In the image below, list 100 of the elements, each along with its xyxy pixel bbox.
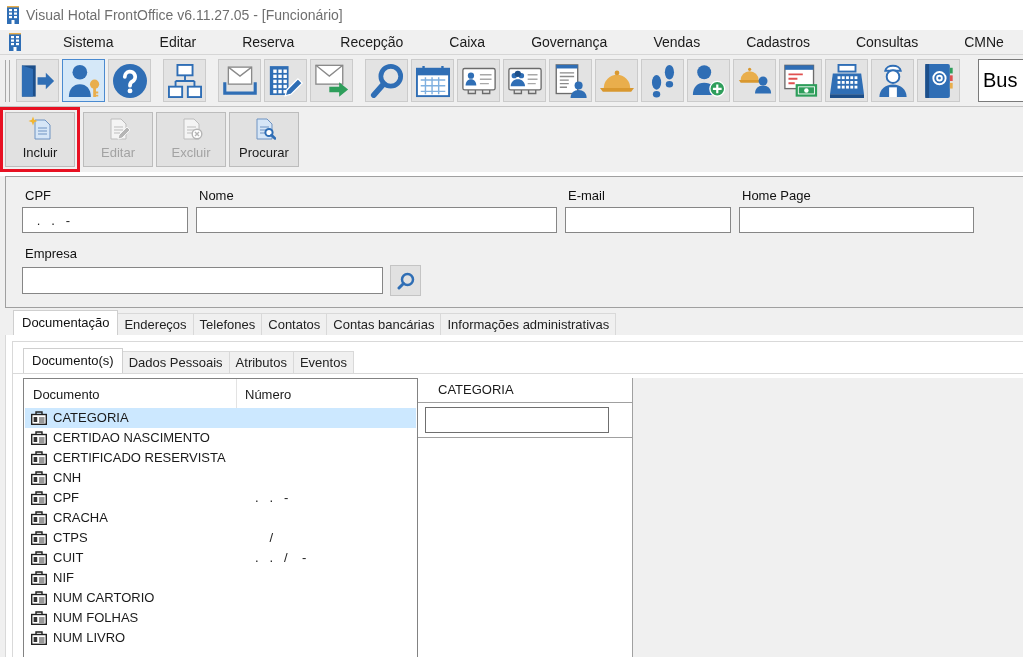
list-row[interactable]: NUM CARTORIO xyxy=(25,588,416,608)
tab[interactable]: Informações administrativas xyxy=(441,313,617,335)
toolbar-button[interactable] xyxy=(825,59,868,102)
menu-item[interactable]: Recepção xyxy=(340,31,404,53)
id-badge-icon xyxy=(31,631,47,645)
input-field[interactable]: . . - xyxy=(22,207,188,233)
document-name: CATEGORIA xyxy=(53,409,129,428)
search-field[interactable]: Bus xyxy=(978,59,1023,102)
list-row[interactable]: CUIT . . / - xyxy=(25,548,416,568)
list-row[interactable]: CATEGORIA xyxy=(25,408,416,428)
list-row[interactable]: CRACHA xyxy=(25,508,416,528)
toolbar-button[interactable] xyxy=(687,59,730,102)
menu-item[interactable]: Editar xyxy=(159,31,197,53)
list-row[interactable]: CNH xyxy=(25,468,416,488)
toolbar-button[interactable] xyxy=(779,59,822,102)
building-icon xyxy=(8,33,22,51)
menu-item[interactable]: Sistema xyxy=(63,31,114,53)
menu-item[interactable]: Vendas xyxy=(653,31,701,53)
document-name: NIF xyxy=(53,569,74,588)
document-name: CUIT xyxy=(53,549,84,568)
id-badge-icon xyxy=(31,471,47,485)
list-row[interactable]: CTPS / xyxy=(25,528,416,548)
list-row[interactable]: CERTIDAO NASCIMENTO xyxy=(25,428,416,448)
document-name: NUM FOLHAS xyxy=(53,609,139,628)
toolbar-button[interactable] xyxy=(733,59,776,102)
toolbar-button[interactable] xyxy=(549,59,592,102)
search-icon xyxy=(396,271,415,290)
menu-item[interactable]: Governança xyxy=(531,31,608,53)
new-button[interactable]: Incluir xyxy=(5,112,75,167)
column-header[interactable]: Número xyxy=(245,384,292,405)
grip-icon xyxy=(5,59,10,102)
tab[interactable]: Endereços xyxy=(118,313,194,335)
document-people-icon xyxy=(553,63,588,98)
menu-item[interactable]: Consultas xyxy=(855,31,919,53)
find-button[interactable]: Procurar xyxy=(229,112,299,167)
exit-door-icon xyxy=(20,63,55,98)
document-name: CTPS xyxy=(53,529,88,548)
envelope-tray-icon xyxy=(222,63,257,98)
toolbar-button[interactable] xyxy=(641,59,684,102)
list-row[interactable]: CPF . . - xyxy=(25,488,416,508)
list-row[interactable]: NUM FOLHAS xyxy=(25,608,416,628)
id-badge-icon xyxy=(31,551,47,565)
menu-item[interactable]: Caixa xyxy=(449,31,486,53)
search-icon xyxy=(369,63,404,98)
document-number: . . - xyxy=(254,489,289,508)
cash-register-icon xyxy=(829,63,864,98)
user-key-icon xyxy=(66,63,101,98)
window-money-icon xyxy=(783,63,818,98)
toolbar-button[interactable] xyxy=(264,59,307,102)
tab[interactable]: Dados Pessoais xyxy=(122,351,230,373)
column-header[interactable]: Documento xyxy=(33,384,100,405)
input-field[interactable] xyxy=(22,267,383,294)
input-field[interactable] xyxy=(425,407,609,433)
toolbar-button[interactable] xyxy=(218,59,261,102)
menu-item[interactable]: Reserva xyxy=(242,31,295,53)
field-label: Nome xyxy=(198,188,234,204)
toolbar-button[interactable] xyxy=(310,59,353,102)
document-number: / xyxy=(268,529,274,548)
new-document-icon xyxy=(28,116,52,141)
document-name: CPF xyxy=(53,489,79,508)
calendar-icon xyxy=(415,63,450,98)
menu-item[interactable]: Cadastros xyxy=(746,31,810,53)
menu-item[interactable]: CMNe xyxy=(964,31,1004,53)
document-name: CRACHA xyxy=(53,509,108,528)
field-label: CPF xyxy=(24,188,51,204)
tab[interactable]: Contatos xyxy=(262,313,328,335)
input-field[interactable] xyxy=(196,207,557,233)
tab[interactable]: Documento(s) xyxy=(23,348,123,373)
tab[interactable]: Telefones xyxy=(193,313,263,335)
list-row[interactable]: NUM LIVRO xyxy=(25,628,416,648)
tab[interactable]: Atributos xyxy=(229,351,294,373)
field-label: Empresa xyxy=(24,246,78,262)
tab[interactable]: Eventos xyxy=(293,351,354,373)
toolbar-button[interactable] xyxy=(411,59,454,102)
window-title: Visual Hotal FrontOffice v6.11.27.05 - [Funcionário] xyxy=(26,5,343,25)
tab[interactable]: Contas bancárias xyxy=(327,313,442,335)
list-row[interactable]: CERTIFICADO RESERVISTA xyxy=(25,448,416,468)
toolbar-button[interactable] xyxy=(503,59,546,102)
tab[interactable]: Documentação xyxy=(13,310,119,335)
toolbar-button[interactable] xyxy=(16,59,59,102)
document-name: CERTIFICADO RESERVISTA xyxy=(53,449,226,468)
input-field[interactable] xyxy=(739,207,974,233)
document-name: CNH xyxy=(53,469,82,488)
toolbar-button[interactable] xyxy=(917,59,960,102)
toolbar-button[interactable] xyxy=(365,59,408,102)
search-button[interactable] xyxy=(390,265,421,296)
envelope-arrow-icon xyxy=(314,63,349,98)
list-row[interactable]: NIF xyxy=(25,568,416,588)
id-badge-icon xyxy=(31,531,47,545)
id-badge-icon xyxy=(31,431,47,445)
toolbar-button[interactable] xyxy=(163,59,206,102)
toolbar-button[interactable] xyxy=(457,59,500,102)
toolbar-button[interactable] xyxy=(871,59,914,102)
input-field[interactable] xyxy=(565,207,731,233)
id-badge-icon xyxy=(31,511,47,525)
building-icon xyxy=(6,6,20,24)
id-badge-icon xyxy=(31,491,47,505)
toolbar-button[interactable] xyxy=(62,59,105,102)
org-chart-icon xyxy=(167,63,202,98)
toolbar-button[interactable] xyxy=(108,59,151,102)
